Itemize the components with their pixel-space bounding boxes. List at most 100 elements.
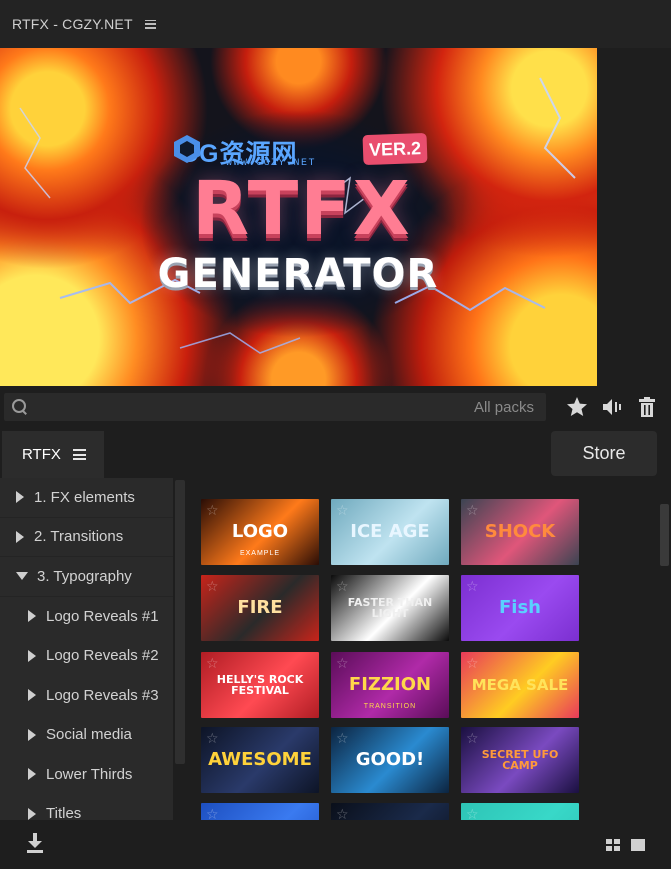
search-toolbar: All packs: [0, 386, 671, 428]
sidebar-item[interactable]: 1. FX elements: [0, 478, 173, 518]
sidebar-item-label: Logo Reveals #1: [46, 607, 159, 625]
promo-banner: CG资源网 WWW.CGZY.NET VER.2 RTFX GENERATOR: [0, 48, 597, 386]
thumbnail-title: ICE AGE: [350, 521, 430, 542]
expanded-arrow-icon: [16, 572, 28, 581]
sidebar-scroll-thumb[interactable]: [175, 480, 185, 764]
star-icon[interactable]: [566, 396, 588, 418]
version-badge: VER.2: [362, 132, 428, 166]
sidebar-item-label: Titles: [46, 805, 82, 820]
collapsed-arrow-icon: [16, 530, 24, 543]
preset-thumbnail[interactable]: ☆: [461, 803, 579, 820]
packs-filter-dropdown[interactable]: All packs: [474, 399, 534, 416]
favorite-star-icon[interactable]: ☆: [336, 806, 349, 820]
grid-view-icon[interactable]: [606, 839, 620, 851]
search-icon: [12, 399, 28, 415]
banner-headline: RTFX: [192, 166, 412, 252]
preset-thumbnail[interactable]: ☆ GOOD!: [331, 727, 449, 793]
preset-thumbnail[interactable]: ☆ ICE AGE: [331, 499, 449, 565]
preset-grid: ☆ LOGO EXAMPLE ☆ ICE AGE ☆ SHOCK ☆ FIRE ☆ FASTER T…: [186, 478, 658, 820]
preset-thumbnail[interactable]: ☆ LOGO EXAMPLE: [201, 499, 319, 565]
collapsed-arrow-icon: [28, 649, 36, 662]
tab-rtfx[interactable]: RTFX: [2, 431, 104, 478]
sidebar-scrollbar[interactable]: [174, 478, 186, 820]
tab-row: RTFX Store: [0, 428, 671, 478]
banner-side-panel: [597, 48, 671, 386]
sidebar-item[interactable]: Logo Reveals #1: [0, 597, 173, 637]
thumbnail-title: HELLY'S ROCK FESTIVAL: [216, 673, 304, 697]
sidebar-item-label: 2. Transitions: [34, 528, 124, 546]
search-box: All packs: [4, 393, 546, 421]
menu-icon[interactable]: [72, 449, 86, 460]
preset-thumbnail[interactable]: ☆ FASTER THAN LIGHT: [331, 575, 449, 641]
favorite-star-icon[interactable]: ☆: [466, 806, 479, 820]
sidebar-item[interactable]: Social media: [0, 715, 173, 755]
collapsed-arrow-icon: [28, 768, 36, 781]
collapsed-arrow-icon: [28, 689, 36, 702]
preset-thumbnail[interactable]: ☆: [331, 803, 449, 820]
sidebar-item-label: Logo Reveals #2: [46, 647, 159, 665]
favorite-star-icon[interactable]: ☆: [466, 578, 479, 595]
thumbnail-title: FIZZION: [348, 674, 432, 695]
preset-thumbnail[interactable]: ☆ HELLY'S ROCK FESTIVAL: [201, 652, 319, 718]
thumbnail-title: GOOD!: [355, 749, 425, 770]
thumbnail-title: SECRET UFO CAMP: [481, 748, 559, 772]
title-bar: RTFX - CGZY.NET: [0, 0, 671, 48]
category-sidebar: 1. FX elements 2. Transitions 3. Typograph…: [0, 478, 173, 820]
sidebar-item[interactable]: Logo Reveals #2: [0, 636, 173, 676]
favorite-star-icon[interactable]: ☆: [336, 730, 349, 747]
grid-scroll-thumb[interactable]: [660, 504, 669, 566]
thumbnail-title: FASTER THAN LIGHT: [347, 596, 433, 620]
thumbnail-title: LOGO: [231, 521, 289, 542]
sidebar-item[interactable]: Logo Reveals #3: [0, 676, 173, 716]
preset-thumbnail[interactable]: ☆ SHOCK: [461, 499, 579, 565]
favorite-star-icon[interactable]: ☆: [336, 655, 349, 672]
audio-icon[interactable]: [601, 396, 623, 418]
thumbnail-title: Fish: [499, 597, 541, 618]
thumbnail-title: MEGA SALE: [471, 675, 569, 694]
hex-logo-icon: [174, 135, 200, 163]
grid-scrollbar[interactable]: [658, 478, 671, 820]
favorite-star-icon[interactable]: ☆: [206, 655, 219, 672]
preset-thumbnail[interactable]: ☆ FIRE: [201, 575, 319, 641]
sidebar-item-label: 1. FX elements: [34, 488, 135, 506]
list-view-icon[interactable]: [631, 839, 645, 851]
window-title: RTFX - CGZY.NET: [12, 16, 133, 32]
favorite-star-icon[interactable]: ☆: [206, 502, 219, 519]
favorite-star-icon[interactable]: ☆: [336, 578, 349, 595]
collapsed-arrow-icon: [28, 807, 36, 820]
preset-thumbnail[interactable]: ☆ MEGA SALE: [461, 652, 579, 718]
favorite-star-icon[interactable]: ☆: [466, 730, 479, 747]
download-icon[interactable]: [26, 832, 44, 854]
sidebar-item[interactable]: 2. Transitions: [0, 518, 173, 557]
preset-thumbnail[interactable]: ☆ AWESOME: [201, 727, 319, 793]
sidebar-item-label: 3. Typography: [37, 567, 132, 585]
sidebar-item[interactable]: 3. Typography: [0, 557, 173, 597]
hamburger-icon[interactable]: [144, 19, 156, 29]
sidebar-item-label: Logo Reveals #3: [46, 686, 159, 704]
thumbnail-title: SHOCK: [484, 521, 556, 542]
store-button[interactable]: Store: [551, 431, 657, 476]
sidebar-item[interactable]: Lower Thirds: [0, 755, 173, 795]
collapsed-arrow-icon: [28, 728, 36, 741]
thumbnail-title: AWESOME: [208, 749, 312, 770]
favorite-star-icon[interactable]: ☆: [206, 806, 219, 820]
favorite-star-icon[interactable]: ☆: [336, 502, 349, 519]
preset-thumbnail[interactable]: ☆YOUR BEST: [201, 803, 319, 820]
favorite-star-icon[interactable]: ☆: [206, 578, 219, 595]
sidebar-item[interactable]: Titles: [0, 794, 173, 820]
preset-thumbnail[interactable]: ☆ FIZZION TRANSITION: [331, 652, 449, 718]
preset-thumbnail[interactable]: ☆ SECRET UFO CAMP: [461, 727, 579, 793]
bottom-bar: [0, 820, 671, 869]
favorite-star-icon[interactable]: ☆: [206, 730, 219, 747]
thumbnail-subtitle: EXAMPLE: [239, 550, 281, 557]
search-input[interactable]: [28, 393, 474, 421]
trash-icon[interactable]: [636, 396, 658, 418]
favorite-star-icon[interactable]: ☆: [466, 655, 479, 672]
favorite-star-icon[interactable]: ☆: [466, 502, 479, 519]
banner-subheadline: GENERATOR: [157, 251, 439, 297]
collapsed-arrow-icon: [28, 610, 36, 623]
collapsed-arrow-icon: [16, 491, 24, 504]
tab-rtfx-label: RTFX: [22, 446, 61, 463]
preset-thumbnail[interactable]: ☆ Fish: [461, 575, 579, 641]
sidebar-item-label: Social media: [46, 726, 132, 744]
